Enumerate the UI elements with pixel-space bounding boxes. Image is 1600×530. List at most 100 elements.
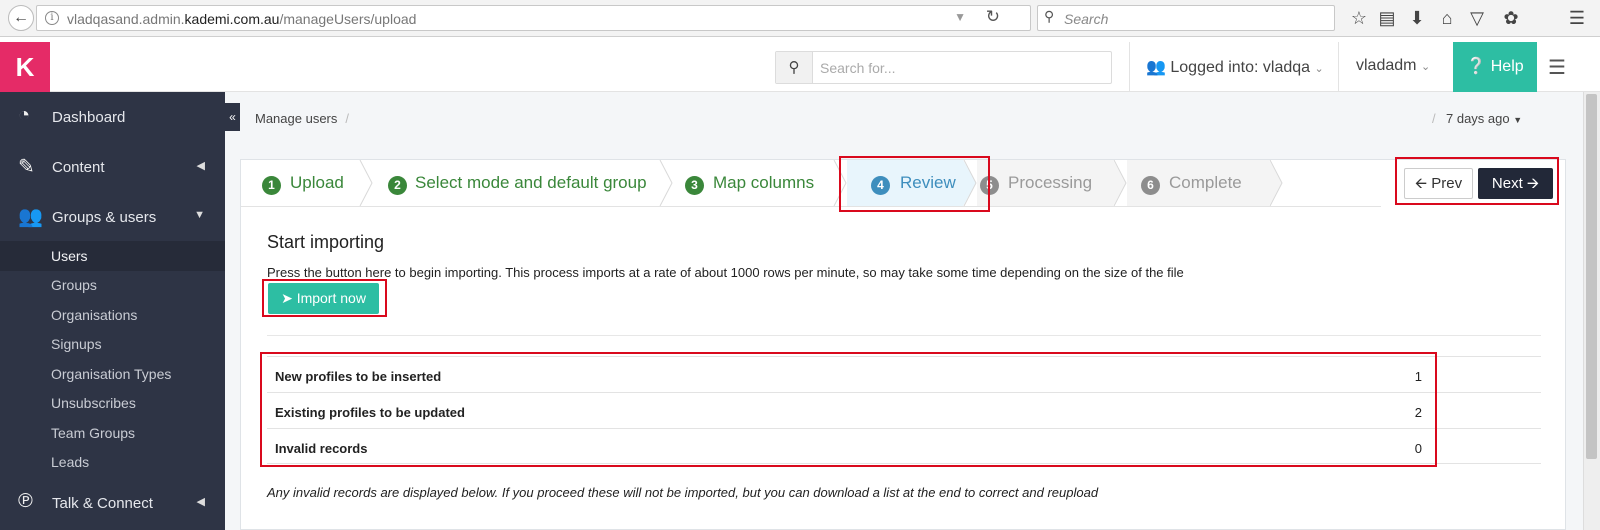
help-label: Help [1490,58,1524,75]
chevron-down-icon: ⌄ [1420,61,1431,73]
browser-toolbar: ← i vladqasand.admin.kademi.com.au/manag… [0,0,1600,37]
review-step-highlight [839,156,990,212]
reading-list-icon[interactable]: ▤ [1376,7,1398,29]
address-bar[interactable]: i vladqasand.admin.kademi.com.au/manageU… [36,5,1031,31]
back-arrow-icon[interactable]: ← [8,5,34,31]
download-icon[interactable]: ⬇ [1406,7,1428,29]
reload-icon[interactable]: ↻ [986,7,1000,27]
app-search-placeholder: Search for... [820,60,896,76]
caret-left-icon: ◀ [196,160,205,172]
sidebar-sub-label: Users [51,248,88,264]
wizard-step-select-mode[interactable]: 2 Select mode and default group [373,160,660,206]
sidebar-item-label: Dashboard [52,109,126,126]
bookmark-star-icon[interactable]: ☆ [1348,7,1370,29]
scrollbar-thumb[interactable] [1586,94,1597,459]
app-header: K ⚲ Search for... 👥 Logged into: vladqa … [0,42,1600,92]
search-icon[interactable]: ⚲ [776,52,813,83]
sidebar-item-groups-users[interactable]: 👥 Groups & users ▼ [0,192,225,242]
user-dropdown[interactable]: vladadm ⌄ [1356,57,1430,75]
sidebar-sub-unsubscribes[interactable]: Unsubscribes [0,388,225,418]
sidebar-sub-team-groups[interactable]: Team Groups [0,418,225,448]
import-panel [240,159,1566,530]
header-divider [1338,42,1339,92]
sidebar-sub-label: Team Groups [51,425,136,441]
step-label: Complete [1169,173,1242,192]
users-icon: 👥 [1146,59,1166,76]
summary-highlight [260,352,1437,467]
step-number: 6 [1141,176,1160,195]
breadcrumb: Manage users / [255,111,349,126]
hamburger-menu-icon[interactable]: ☰ [1548,55,1566,80]
time-filter-dropdown[interactable]: / 7 days ago ▼ [1432,111,1523,126]
step-label: Map columns [713,173,815,192]
sidebar-item-talk-connect[interactable]: ℗ Talk & Connect ◀ [0,478,225,528]
sidebar: ◔ Dashboard ✎ Content ◀ 👥 Groups & users… [0,92,225,530]
edit-icon: ✎ [18,156,35,178]
sidebar-sub-organisations[interactable]: Organisations [0,300,225,330]
kademi-logo[interactable]: K [0,42,50,92]
info-icon[interactable]: i [45,11,59,25]
next-button[interactable]: Next 🡪 [1478,168,1553,199]
url-prefix: vladqasand.admin. [67,11,185,27]
step-label: Upload [290,173,344,192]
users-icon: 👥 [18,206,43,228]
url-path: /manageUsers/upload [279,11,417,27]
wizard-step-map-columns[interactable]: 3 Map columns [673,160,833,206]
sidebar-item-dashboard[interactable]: ◔ Dashboard [0,92,225,142]
sidebar-sub-label: Unsubscribes [51,395,136,411]
sidebar-sub-leads[interactable]: Leads [0,447,225,477]
collapse-sidebar-icon[interactable]: « [225,103,240,131]
next-label: Next [1491,175,1523,192]
sidebar-item-content[interactable]: ✎ Content ◀ [0,142,225,192]
sidebar-sub-organisation-types[interactable]: Organisation Types [0,359,225,389]
browser-search-placeholder: Search [1064,11,1109,27]
sidebar-sub-users[interactable]: Users [0,241,225,271]
import-now-button[interactable]: ➤ Import now [268,283,379,314]
help-button[interactable]: ❔ Help [1453,42,1537,92]
step-divider [1269,160,1283,206]
sidebar-sub-label: Organisations [51,307,138,323]
search-icon: ⚲ [1044,8,1055,24]
pocket-icon[interactable]: ▽ [1466,7,1488,29]
url-domain: kademi.com.au [184,11,280,27]
user-name: vladadm [1356,57,1417,74]
sidebar-item-label: Talk & Connect [52,495,153,512]
question-icon: ❔ [1466,58,1487,75]
sidebar-sub-label: Groups [51,277,97,293]
prev-button[interactable]: 🡨 Prev [1404,168,1473,199]
sidebar-sub-label: Organisation Types [51,366,172,382]
header-divider [1129,42,1130,92]
sidebar-sub-groups[interactable]: Groups [0,270,225,300]
divider [267,335,1541,336]
step-divider [659,160,673,206]
step-number: 1 [262,176,281,195]
step-number: 2 [388,176,407,195]
sidebar-item-label: Groups & users [52,209,157,226]
page-title: Start importing [267,232,385,252]
caret-down-icon: ▼ [1513,115,1523,125]
wizard-step-processing[interactable]: 5 Processing [977,160,1113,206]
home-icon[interactable]: ⌂ [1436,7,1458,29]
breadcrumb-manage-users[interactable]: Manage users [255,111,337,126]
breadcrumb-separator: / [345,111,350,126]
arrow-left-icon: 🡨 [1414,175,1428,192]
logged-into-dropdown[interactable]: 👥 Logged into: vladqa ⌄ [1146,57,1324,77]
step-divider [1113,160,1127,206]
logged-into-label: Logged into: vladqa [1170,59,1311,76]
wizard-step-complete[interactable]: 6 Complete [1127,160,1269,206]
time-filter-label: 7 days ago [1446,111,1510,126]
wizard-step-upload[interactable]: 1 Upload [241,160,363,206]
url-text: vladqasand.admin.kademi.com.au/manageUse… [67,11,416,27]
sidebar-sub-signups[interactable]: Signups [0,329,225,359]
caret-down-icon: ▼ [194,209,205,221]
url-dropdown-icon[interactable]: ▼ [954,10,966,24]
menu-icon[interactable]: ☰ [1566,7,1588,29]
sidebar-sub-label: Leads [51,454,90,470]
app-search-input[interactable]: ⚲ Search for... [775,51,1112,84]
extension-icon[interactable]: ✿ [1500,7,1522,29]
step-label: Processing [1008,173,1093,192]
arrow-right-icon: 🡪 [1526,175,1540,192]
import-now-label: Import now [296,290,366,306]
browser-search-input[interactable]: ⚲ Search [1037,5,1335,31]
chevron-down-icon: ⌄ [1314,63,1324,75]
